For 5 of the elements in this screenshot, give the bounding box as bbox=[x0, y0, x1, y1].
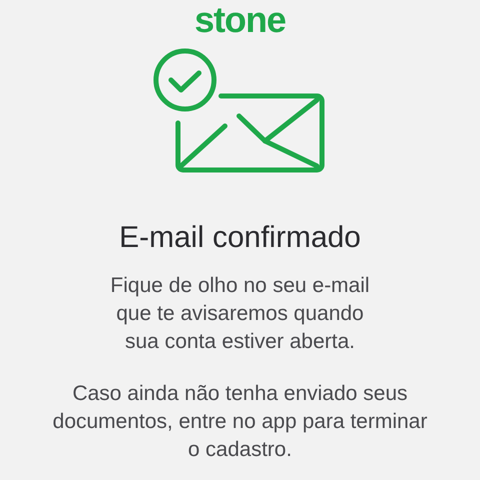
message-text: Caso ainda não tenha enviado seus documentos, entre no app para terminar o cadastro. bbox=[52, 381, 428, 463]
message-text: Fique de olho no seu e-mail que te avisaremos quando sua conta estiver aberta. bbox=[110, 273, 370, 355]
envelope-check-icon bbox=[153, 48, 327, 174]
logo: stone bbox=[194, 0, 286, 40]
title: E-mail confirmado bbox=[119, 220, 361, 256]
